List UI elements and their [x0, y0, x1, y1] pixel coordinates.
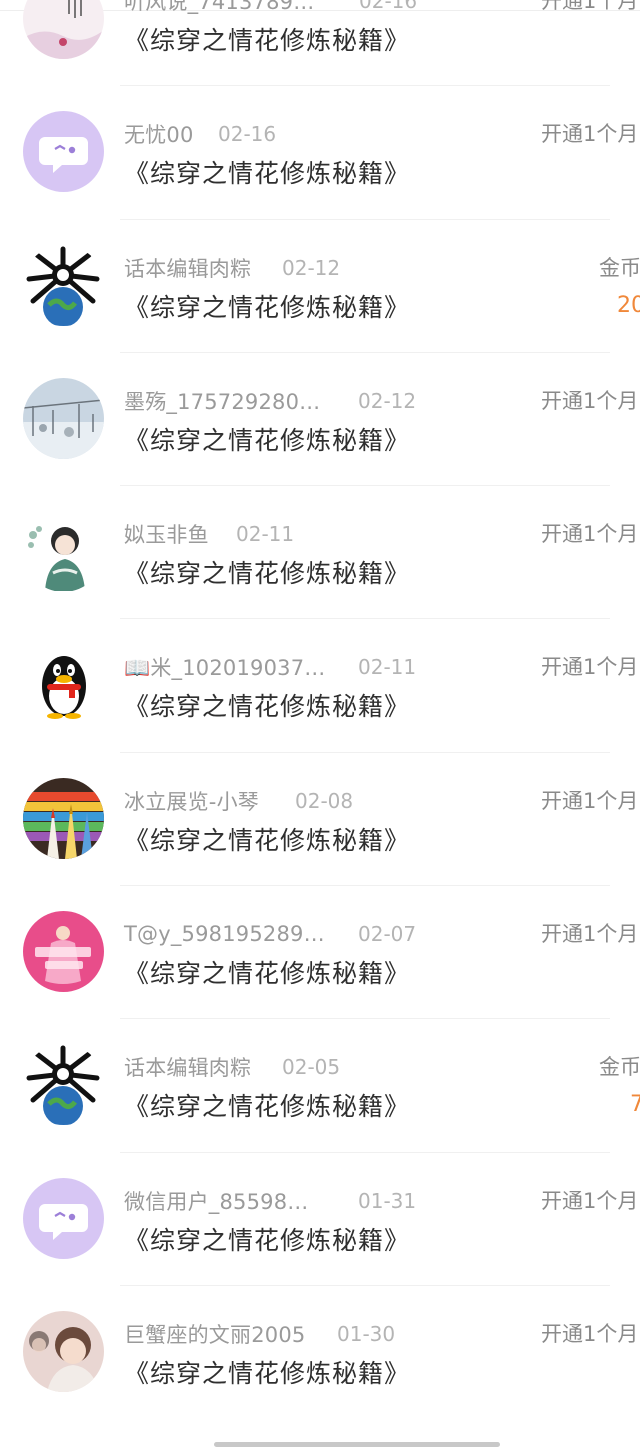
coin-amount: 7	[630, 1092, 640, 1118]
date-label: 02-12	[282, 255, 341, 280]
user-name[interactable]: 墨殇_175729280…	[124, 386, 320, 416]
meta-line: 话本编辑肉粽 02-05	[124, 1051, 340, 1083]
meta-line: 冰立展览-小琴 02-08	[124, 785, 353, 817]
user-name[interactable]: 无忧00	[124, 119, 194, 149]
list-item[interactable]: 姒玉非鱼 02-11 《综穿之情花修炼秘籍》 开通1个月	[0, 486, 640, 620]
list-item[interactable]: 微信用户_85598… 01-31 《综穿之情花修炼秘籍》 开通1个月	[0, 1153, 640, 1286]
user-name[interactable]: 巨蟹座的文丽2005	[124, 1319, 305, 1349]
date-label: 02-08	[295, 788, 354, 813]
action-label: 开通1个月	[541, 522, 639, 547]
book-title[interactable]: 《综穿之情花修炼秘籍》	[124, 421, 410, 457]
default-chat-bubble-avatar[interactable]	[23, 111, 104, 193]
user-name[interactable]: 话本编辑肉粽	[124, 253, 251, 283]
snowy-landscape-avatar[interactable]	[23, 377, 104, 459]
book-title[interactable]: 《综穿之情花修炼秘籍》	[124, 288, 410, 324]
action-label: 开通1个月	[541, 0, 639, 13]
book-title[interactable]: 《综穿之情花修炼秘籍》	[124, 1087, 410, 1123]
meta-line: 话本编辑肉粽 02-12	[124, 252, 340, 284]
coin-label: 金币	[599, 1055, 640, 1080]
user-name[interactable]: 姒玉非鱼	[124, 519, 209, 549]
date-label: 02-11	[236, 522, 295, 547]
list-item[interactable]: 无忧00 02-16 《综穿之情花修炼秘籍》 开通1个月	[0, 86, 640, 220]
list-item[interactable]: 话本编辑肉粽 02-12 《综穿之情花修炼秘籍》 金币 20	[0, 220, 640, 353]
action-label: 开通1个月	[541, 388, 639, 413]
action-label: 开通1个月	[541, 1188, 639, 1213]
book-title[interactable]: 《综穿之情花修炼秘籍》	[124, 1354, 410, 1390]
action-label: 开通1个月	[541, 922, 639, 947]
portrait-photo-avatar[interactable]	[23, 1310, 104, 1392]
user-name[interactable]: T@y_598195289…	[124, 922, 325, 946]
default-chat-bubble-avatar[interactable]	[23, 1177, 104, 1259]
list-item[interactable]: 话本编辑肉粽 02-05 《综穿之情花修炼秘籍》 金币 7	[0, 1019, 640, 1153]
date-label: 02-16	[359, 0, 418, 13]
meta-line: 无忧00 02-16	[124, 118, 276, 150]
date-label: 01-31	[358, 1188, 417, 1213]
penguin-avatar[interactable]	[23, 644, 104, 726]
list-item[interactable]: 墨殇_175729280… 02-12 《综穿之情花修炼秘籍》 开通1个月	[0, 353, 640, 487]
pink-dancer-avatar[interactable]	[23, 911, 104, 993]
home-indicator[interactable]	[214, 1442, 500, 1447]
user-name[interactable]: 📖米_102019037…	[124, 652, 326, 682]
book-title[interactable]: 《综穿之情花修炼秘籍》	[124, 554, 410, 590]
meta-line: 听风说_7413789… 02-16	[124, 0, 417, 17]
book-title[interactable]: 《综穿之情花修炼秘籍》	[124, 154, 410, 190]
panda-earth-avatar[interactable]	[23, 244, 104, 326]
action-label: 开通1个月	[541, 122, 639, 147]
list-item[interactable]: 冰立展览-小琴 02-08 《综穿之情花修炼秘籍》 开通1个月	[0, 753, 640, 887]
date-label: 02-11	[358, 655, 417, 680]
meta-line: 姒玉非鱼 02-11	[124, 518, 294, 550]
coin-label: 金币	[599, 255, 640, 280]
poem-calligraphy-avatar[interactable]	[23, 0, 104, 59]
date-label: 02-05	[282, 1055, 341, 1080]
book-title[interactable]: 《综穿之情花修炼秘籍》	[124, 954, 410, 990]
user-name[interactable]: 话本编辑肉粽	[124, 1052, 251, 1082]
list-item[interactable]: 听风说_7413789… 02-16 《综穿之情花修炼秘籍》 开通1个月	[0, 0, 640, 87]
book-title[interactable]: 《综穿之情花修炼秘籍》	[124, 821, 410, 857]
panda-earth-avatar[interactable]	[23, 1044, 104, 1126]
list-item[interactable]: T@y_598195289… 02-07 《综穿之情花修炼秘籍》 开通1个月	[0, 886, 640, 1020]
list-item[interactable]: 巨蟹座的文丽2005 01-30 《综穿之情花修炼秘籍》 开通1个月	[0, 1286, 640, 1419]
action-label: 开通1个月	[541, 788, 639, 813]
date-label: 02-12	[358, 388, 417, 413]
reward-list: 听风说_7413789… 02-16 《综穿之情花修炼秘籍》 开通1个月 无忧0…	[0, 0, 640, 1419]
meta-line: 微信用户_85598… 01-31	[124, 1185, 416, 1217]
meta-line: 📖米_102019037… 02-11	[124, 651, 416, 683]
meta-line: 巨蟹座的文丽2005 01-30	[124, 1318, 395, 1350]
ink-girl-avatar[interactable]	[23, 511, 104, 593]
meta-line: 墨殇_175729280… 02-12	[124, 385, 416, 417]
meta-line: T@y_598195289… 02-07	[124, 918, 416, 950]
list-item[interactable]: 📖米_102019037… 02-11 《综穿之情花修炼秘籍》 开通1个月	[0, 619, 640, 753]
book-title[interactable]: 《综穿之情花修炼秘籍》	[124, 21, 410, 57]
user-name[interactable]: 听风说_7413789…	[124, 0, 314, 16]
date-label: 02-16	[218, 122, 277, 147]
date-label: 01-30	[337, 1321, 396, 1346]
coin-amount: 20	[617, 292, 640, 318]
date-label: 02-07	[358, 922, 417, 947]
book-title[interactable]: 《综穿之情花修炼秘籍》	[124, 1221, 410, 1257]
user-name[interactable]: 微信用户_85598…	[124, 1186, 309, 1216]
colored-pencils-avatar[interactable]	[23, 777, 104, 859]
book-title[interactable]: 《综穿之情花修炼秘籍》	[124, 687, 410, 723]
action-label: 开通1个月	[541, 1321, 639, 1346]
action-label: 开通1个月	[541, 655, 639, 680]
user-name[interactable]: 冰立展览-小琴	[124, 786, 259, 816]
